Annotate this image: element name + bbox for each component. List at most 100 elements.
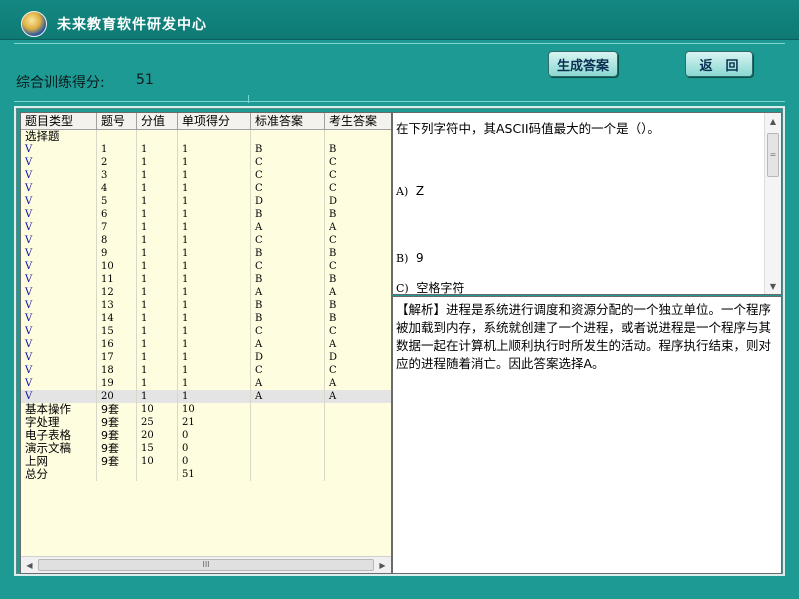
col-header-item-score[interactable]: 单项得分 — [178, 113, 251, 129]
table-row[interactable]: V 17 1 1 D D — [21, 351, 391, 364]
table-row[interactable]: V 19 1 1 A A — [21, 377, 391, 390]
summary-row[interactable]: 演示文稿 9套 15 0 — [21, 442, 391, 455]
section-row[interactable]: 选择题 — [21, 130, 391, 143]
cell-candidate-answer: C — [329, 326, 337, 337]
cell-points: 1 — [137, 338, 178, 351]
table-row[interactable]: V 16 1 1 A A — [21, 338, 391, 351]
analysis-panel[interactable]: 【解析】进程是系统进行调度和资源分配的一个独立单位。一个程序被加载到内存，系统就… — [392, 296, 782, 574]
cell-points: 1 — [137, 208, 178, 221]
col-header-candidate-answer[interactable]: 考生答案 — [325, 113, 391, 129]
score-table[interactable]: 题目类型 题号 分值 单项得分 标准答案 考生答案 选择题 V111BBV211… — [20, 112, 392, 574]
table-row[interactable]: V 13 1 1 B B — [21, 299, 391, 312]
cell-type: V — [21, 338, 97, 351]
cell-number: 16 — [97, 338, 137, 351]
cell-type: V — [21, 221, 97, 234]
horizontal-scrollbar[interactable]: ◀ III ▶ — [21, 556, 391, 573]
cell-type: V — [21, 156, 97, 169]
scroll-left-arrow-icon[interactable]: ◀ — [21, 557, 38, 573]
summary-row[interactable]: 基本操作 9套 10 10 — [21, 403, 391, 416]
cell-type: V — [21, 364, 97, 377]
table-header: 题目类型 题号 分值 单项得分 标准答案 考生答案 — [21, 113, 391, 130]
cell-candidate-answer: B — [329, 313, 337, 324]
cell-number: 9 — [97, 247, 137, 260]
cell-number: 8 — [97, 234, 137, 247]
cell-candidate-answer: C — [329, 183, 337, 194]
col-header-number[interactable]: 题号 — [97, 113, 137, 129]
cell-type: V — [21, 247, 97, 260]
scroll-thumb[interactable]: III — [38, 559, 374, 571]
table-row[interactable]: V711AA — [21, 221, 391, 234]
table-row[interactable]: V 10 1 1 C C — [21, 260, 391, 273]
col-header-type[interactable]: 题目类型 — [21, 113, 97, 129]
cell-candidate-answer: A — [329, 391, 337, 402]
analysis-text: 【解析】进程是系统进行调度和资源分配的一个独立单位。一个程序被加载到内存，系统就… — [396, 302, 772, 371]
cell-standard-answer: A — [251, 390, 325, 403]
col-header-standard-answer[interactable]: 标准答案 — [251, 113, 325, 129]
cell-points: 1 — [137, 312, 178, 325]
summary-score: 0 — [178, 455, 251, 468]
cell-points: 1 — [137, 182, 178, 195]
summary-sets: 9套 — [97, 416, 137, 429]
scroll-right-arrow-icon[interactable]: ▶ — [374, 557, 391, 573]
vertical-scrollbar[interactable]: ▲ = ▼ — [764, 113, 781, 294]
table-row[interactable]: V311CC — [21, 169, 391, 182]
scroll-down-arrow-icon[interactable]: ▼ — [765, 278, 781, 294]
summary-row[interactable]: 上网 9套 10 0 — [21, 455, 391, 468]
table-row[interactable]: V211CC — [21, 156, 391, 169]
table-row[interactable]: V411CC — [21, 182, 391, 195]
table-row[interactable]: V911BB — [21, 247, 391, 260]
cell-number: 3 — [97, 169, 137, 182]
table-row[interactable]: V 12 1 1 A A — [21, 286, 391, 299]
cell-number: 17 — [97, 351, 137, 364]
cell-candidate-answer: C — [329, 157, 337, 168]
cell-candidate-answer: A — [329, 222, 337, 233]
cell-type: V — [21, 299, 97, 312]
cell-item-score: 1 — [178, 364, 251, 377]
cell-candidate-answer: C — [329, 261, 337, 272]
scroll-thumb-vertical[interactable]: = — [767, 133, 779, 177]
table-row[interactable]: V 20 1 1 A A — [21, 390, 391, 403]
total-value: 51 — [178, 468, 251, 481]
cell-number: 7 — [97, 221, 137, 234]
scroll-up-arrow-icon[interactable]: ▲ — [765, 113, 781, 129]
cell-candidate-answer: B — [329, 300, 337, 311]
table-row[interactable]: V 18 1 1 C C — [21, 364, 391, 377]
cell-points: 1 — [137, 221, 178, 234]
summary-score: 0 — [178, 442, 251, 455]
cell-candidate-answer: B — [329, 274, 337, 285]
option-c-label: C) — [396, 282, 409, 295]
table-body: 选择题 V111BBV211CCV311CCV411CCV511DDV611BB… — [21, 130, 391, 481]
table-row[interactable]: V811CC — [21, 234, 391, 247]
table-row[interactable]: V511DD — [21, 195, 391, 208]
cell-number: 18 — [97, 364, 137, 377]
cell-standard-answer: C — [251, 182, 325, 195]
table-row[interactable]: V 11 1 1 B B — [21, 273, 391, 286]
cell-item-score: 1 — [178, 286, 251, 299]
cell-item-score: 1 — [178, 312, 251, 325]
cell-candidate-answer: B — [329, 209, 337, 220]
cell-item-score: 1 — [178, 182, 251, 195]
summary-points: 20 — [137, 429, 178, 442]
table-row[interactable]: V 14 1 1 B B — [21, 312, 391, 325]
question-panel[interactable]: 在下列字符中，其ASCII码值最大的一个是（）。 A) Z B) 9 C) 空格… — [392, 112, 782, 295]
cell-number: 11 — [97, 273, 137, 286]
table-row[interactable]: V111BB — [21, 143, 391, 156]
summary-sets: 9套 — [97, 442, 137, 455]
cell-number: 12 — [97, 286, 137, 299]
back-button[interactable]: 返 回 — [685, 51, 753, 77]
cell-standard-answer: C — [251, 260, 325, 273]
cell-candidate-answer: C — [329, 170, 337, 181]
table-row[interactable]: V611BB — [21, 208, 391, 221]
total-row[interactable]: 总分 51 — [21, 468, 391, 481]
generate-answer-button[interactable]: 生成答案 — [548, 51, 618, 77]
summary-row[interactable]: 字处理 9套 25 21 — [21, 416, 391, 429]
cell-type: V — [21, 169, 97, 182]
cell-item-score: 1 — [178, 143, 251, 156]
cell-standard-answer: C — [251, 325, 325, 338]
col-header-points[interactable]: 分值 — [137, 113, 178, 129]
cell-number: 15 — [97, 325, 137, 338]
summary-points: 15 — [137, 442, 178, 455]
table-row[interactable]: V 15 1 1 C C — [21, 325, 391, 338]
summary-points: 10 — [137, 403, 178, 416]
summary-row[interactable]: 电子表格 9套 20 0 — [21, 429, 391, 442]
